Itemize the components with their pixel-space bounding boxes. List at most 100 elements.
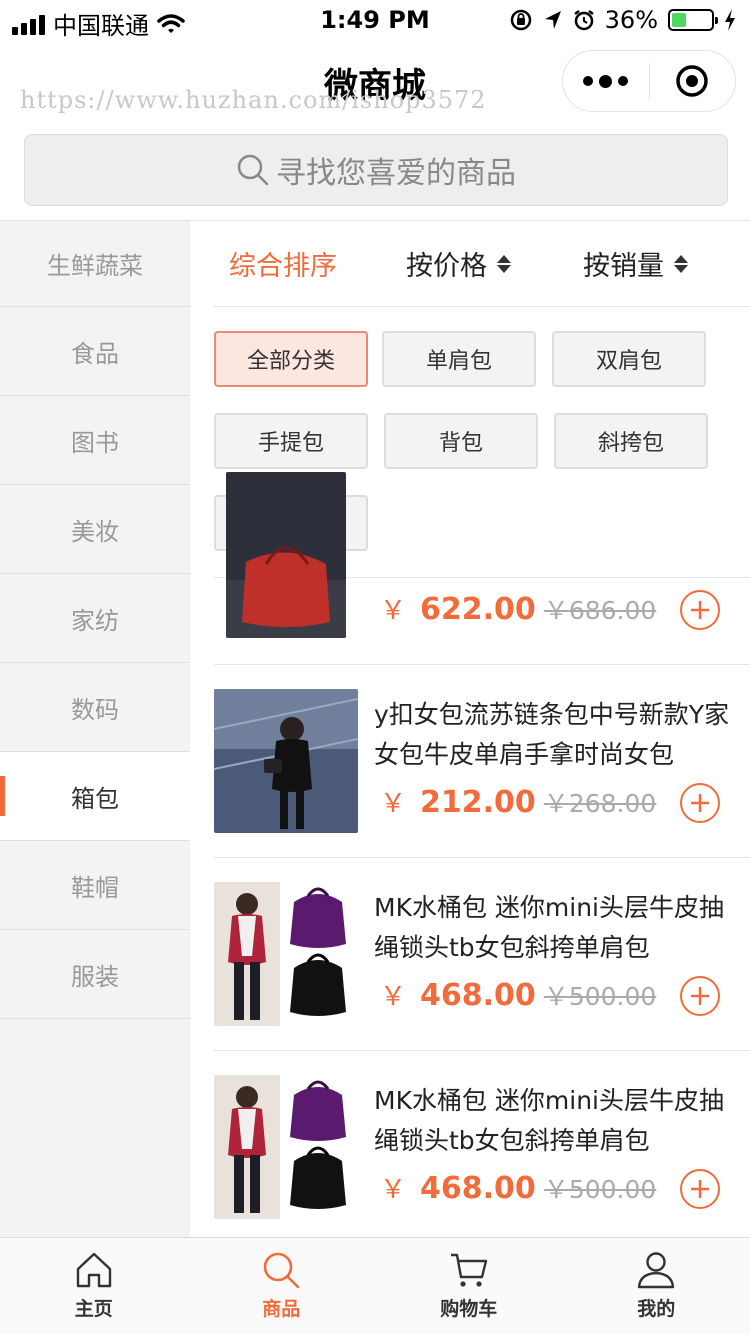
- tab-label: 主页: [74, 1298, 113, 1320]
- chip-handbag[interactable]: 手提包: [214, 413, 368, 469]
- currency-symbol: ￥: [543, 1175, 569, 1204]
- sort-comprehensive[interactable]: 综合排序: [229, 244, 337, 283]
- chip-label: 背包: [438, 431, 483, 456]
- sidebar-item-bags[interactable]: 箱包: [0, 752, 190, 841]
- currency-symbol: ￥: [380, 982, 407, 1012]
- price-value: 468.00: [420, 1171, 536, 1206]
- chip-shoulder-bag[interactable]: 单肩包: [382, 331, 536, 387]
- product-item[interactable]: y扣女包流苏链条包中号新款Y家女包牛皮单肩手拿时尚女包 ￥ 212.00 ￥268…: [214, 665, 750, 858]
- chip-backpack[interactable]: 双肩包: [552, 331, 706, 387]
- tab-mine[interactable]: 我的: [563, 1238, 750, 1334]
- mini-program-capsule: [562, 50, 736, 112]
- product-name: y扣女包流苏链条包中号新款Y家女包牛皮单肩手拿时尚女包: [374, 700, 730, 769]
- category-sidebar: 生鲜蔬菜 食品 图书 美妆 家纺 数码 箱包 鞋帽 服装: [0, 220, 190, 1237]
- sidebar-item-label: 数码: [71, 695, 119, 724]
- more-menu-button[interactable]: [563, 74, 649, 88]
- price-value: 268.00: [568, 789, 657, 818]
- current-price: ￥ 468.00: [380, 1169, 536, 1206]
- price-value: 500.00: [568, 982, 657, 1011]
- add-to-cart-button[interactable]: [680, 783, 720, 823]
- chip-label: 双肩包: [595, 349, 662, 374]
- currency-symbol: ￥: [543, 596, 569, 625]
- chip-crossbody[interactable]: 斜挎包: [554, 413, 708, 469]
- currency-symbol: ￥: [380, 1175, 407, 1205]
- tab-home[interactable]: 主页: [0, 1238, 188, 1334]
- currency-symbol: ￥: [380, 789, 407, 819]
- sidebar-item-books[interactable]: 图书: [0, 396, 190, 485]
- product-panel: 综合排序 按价格 按销量 全部分类 单肩包 双肩包 手提包 背包 斜挎包 手包: [190, 220, 750, 1237]
- original-price: ￥686.00: [544, 591, 657, 627]
- currency-symbol: ￥: [543, 982, 569, 1011]
- sort-label: 按销量: [583, 251, 664, 282]
- product-item[interactable]: MK水桶包 迷你mini头层牛皮抽绳锁头tb女包斜挎单肩包 ￥ 468.00 ￥5…: [214, 858, 750, 1051]
- more-dot-icon: [583, 76, 594, 86]
- product-name: MK水桶包 迷你mini头层牛皮抽绳锁头tb女包斜挎单肩包: [374, 893, 725, 962]
- sidebar-item-label: 食品: [71, 339, 119, 368]
- original-price: ￥500.00: [544, 977, 657, 1013]
- tab-label: 商品: [262, 1298, 301, 1320]
- sidebar-item-label: 家纺: [71, 606, 119, 635]
- price-value: 212.00: [420, 785, 536, 820]
- home-icon: [76, 1252, 111, 1288]
- chip-label: 斜挎包: [597, 431, 664, 456]
- sidebar-item-label: 美妆: [71, 517, 119, 546]
- search-icon: [263, 1252, 300, 1289]
- current-price: ￥ 622.00: [380, 590, 536, 627]
- target-icon: [676, 65, 708, 97]
- tab-products[interactable]: 商品: [188, 1238, 376, 1334]
- tab-label: 购物车: [440, 1298, 498, 1320]
- status-bar: 中国联通 1:49 PM 36%: [0, 0, 750, 40]
- current-price: ￥ 468.00: [380, 976, 536, 1013]
- search-icon: [237, 154, 269, 186]
- price-value: 468.00: [420, 978, 536, 1013]
- sidebar-item-digital[interactable]: 数码: [0, 663, 190, 752]
- sidebar-item-food[interactable]: 食品: [0, 307, 190, 396]
- currency-symbol: ￥: [380, 596, 407, 626]
- sort-by-price[interactable]: 按价格: [406, 244, 511, 283]
- sidebar-item-label: 图书: [71, 428, 119, 457]
- product-item[interactable]: MK水桶包 迷你mini头层牛皮抽绳锁头tb女包斜挎单肩包 ￥ 468.00 ￥5…: [214, 1051, 750, 1237]
- price-row: ￥ 212.00 ￥268.00: [380, 783, 656, 820]
- more-dot-icon: [599, 74, 613, 88]
- orientation-lock-icon: [510, 9, 531, 31]
- alarm-icon: [573, 10, 594, 31]
- sidebar-item-label: 箱包: [71, 784, 119, 813]
- close-mini-program-button[interactable]: [650, 64, 736, 98]
- price-value: 686.00: [568, 596, 657, 625]
- sidebar-item-clothing[interactable]: 服装: [0, 930, 190, 1019]
- user-icon: [638, 1252, 675, 1289]
- search-input[interactable]: 寻找您喜爱的商品: [24, 134, 728, 206]
- tab-label: 我的: [637, 1298, 676, 1320]
- price-value: 622.00: [420, 592, 536, 627]
- sidebar-item-shoes-hats[interactable]: 鞋帽: [0, 841, 190, 930]
- battery-icon: [668, 9, 718, 31]
- status-right: 36%: [509, 6, 736, 34]
- sidebar-item-fresh[interactable]: 生鲜蔬菜: [0, 221, 190, 307]
- add-to-cart-button[interactable]: [680, 1169, 720, 1209]
- charging-icon: [725, 9, 735, 31]
- chip-label: 全部分类: [246, 349, 335, 374]
- price-row: ￥ 468.00 ￥500.00: [380, 976, 656, 1013]
- price-row: ￥ 468.00 ￥500.00: [380, 1169, 656, 1206]
- bottom-tab-bar: 主页 商品 购物车 我的: [0, 1237, 750, 1334]
- chip-label: 单肩包: [425, 349, 492, 374]
- chip-bag[interactable]: 背包: [384, 413, 538, 469]
- price-value: 500.00: [568, 1175, 657, 1204]
- tab-cart[interactable]: 购物车: [375, 1238, 563, 1334]
- sidebar-item-beauty[interactable]: 美妆: [0, 485, 190, 574]
- currency-symbol: ￥: [543, 789, 569, 818]
- add-to-cart-button[interactable]: [680, 590, 720, 630]
- sort-by-sales[interactable]: 按销量: [583, 244, 688, 283]
- product-list: ￥ 622.00 ￥686.00 y扣女包流苏链条包中号新款Y家女包牛皮单肩手拿…: [214, 472, 750, 1219]
- chip-all[interactable]: 全部分类: [214, 331, 368, 387]
- sort-label: 综合排序: [229, 251, 337, 282]
- sidebar-item-home-textile[interactable]: 家纺: [0, 574, 190, 663]
- add-to-cart-button[interactable]: [680, 976, 720, 1016]
- product-item[interactable]: ￥ 622.00 ￥686.00: [214, 472, 750, 665]
- product-image: [214, 1075, 358, 1219]
- cart-icon: [450, 1253, 487, 1287]
- plus-icon: [691, 987, 709, 1005]
- product-image: [226, 472, 346, 638]
- product-name: MK水桶包 迷你mini头层牛皮抽绳锁头tb女包斜挎单肩包: [374, 1086, 725, 1155]
- current-price: ￥ 212.00: [380, 783, 536, 820]
